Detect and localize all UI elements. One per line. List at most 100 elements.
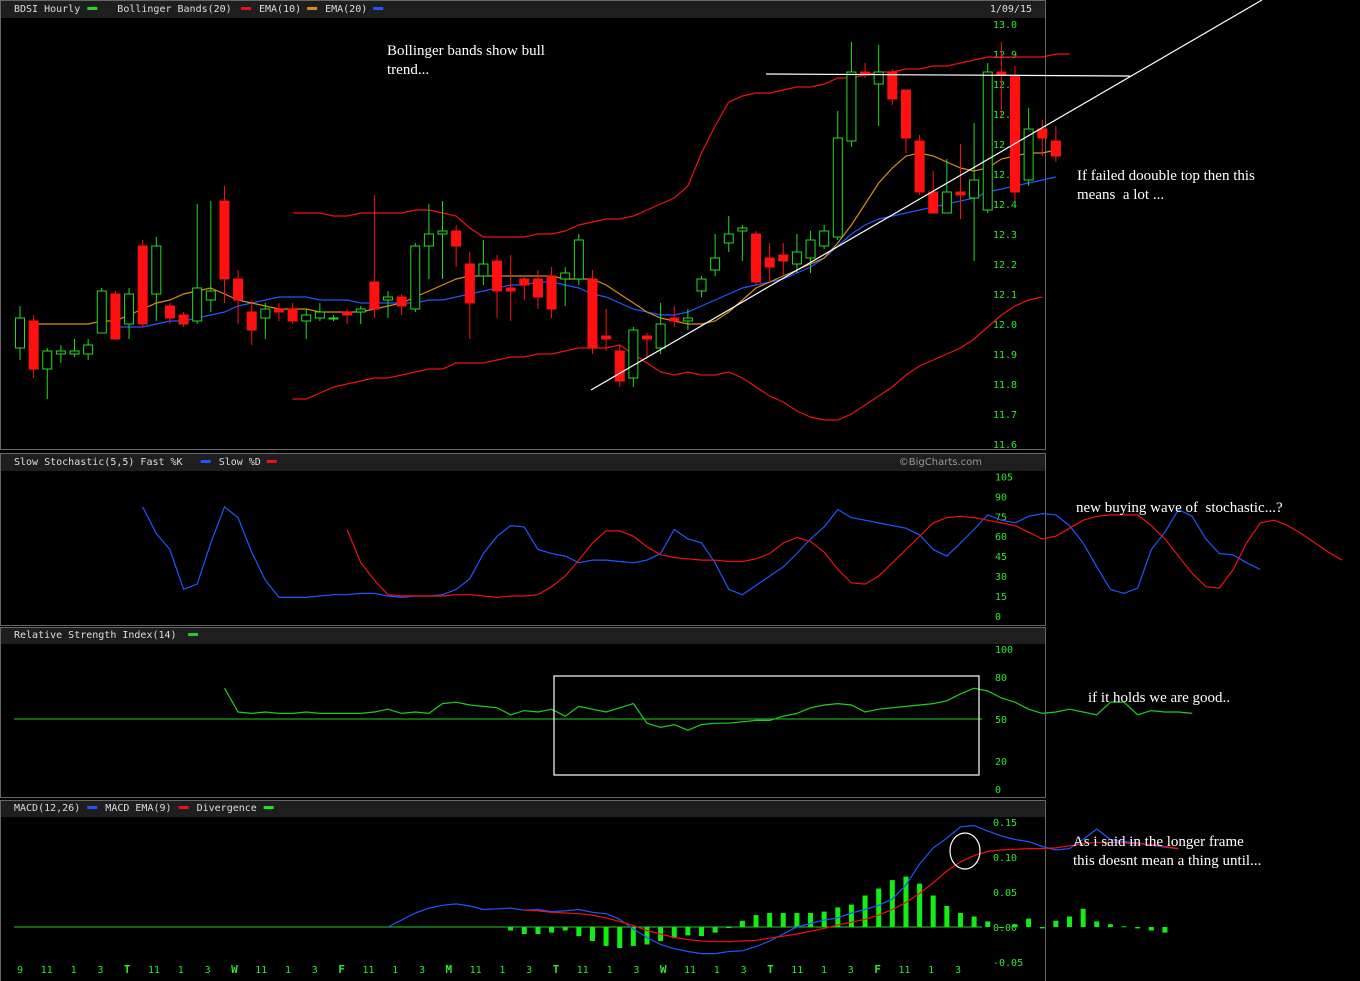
legend-macd-ema: MACD EMA(9) bbox=[105, 803, 171, 814]
x-tick-label: W bbox=[660, 963, 667, 976]
divergence-bar bbox=[1080, 908, 1086, 927]
rsi-tick-label: 50 bbox=[995, 715, 1007, 726]
price-tick-label: 12.4 bbox=[993, 200, 1017, 211]
stochastic-tick-label: 105 bbox=[995, 472, 1013, 483]
divergence-bar bbox=[876, 888, 882, 927]
legend-bollinger: Bollinger Bands(20) bbox=[117, 4, 231, 15]
note-double-top: If failed doouble top then this means a … bbox=[1077, 168, 1255, 203]
macd-tick-label: 0.10 bbox=[993, 853, 1017, 864]
candle-body bbox=[914, 140, 925, 193]
candle-body bbox=[492, 260, 503, 292]
divergence-bar bbox=[1039, 927, 1045, 929]
candle-body bbox=[805, 239, 816, 259]
x-tick-label: 3 bbox=[97, 965, 103, 976]
candle-body bbox=[437, 230, 448, 235]
candle-body bbox=[764, 257, 775, 268]
candle-body bbox=[900, 89, 911, 139]
x-tick-label: 3 bbox=[848, 965, 854, 976]
divergence-bar bbox=[1067, 916, 1073, 927]
legend-rsi: Relative Strength Index(14) bbox=[14, 630, 177, 641]
divergence-bar bbox=[1162, 927, 1168, 933]
legend-bollinger-swatch bbox=[241, 7, 251, 10]
x-tick-label: 11 bbox=[255, 965, 267, 976]
candle-body bbox=[96, 290, 107, 334]
divergence-bar bbox=[549, 927, 555, 933]
stochastic-tick-label: 0 bbox=[995, 612, 1001, 623]
x-tick-label: 3 bbox=[312, 965, 318, 976]
legend-ema10-swatch bbox=[307, 7, 318, 10]
x-tick-label: T bbox=[124, 963, 131, 976]
divergence-bar bbox=[617, 927, 623, 948]
legend-rsi-swatch bbox=[188, 633, 199, 636]
candle-body bbox=[696, 278, 707, 292]
candle-body bbox=[342, 311, 353, 316]
candle-body bbox=[560, 272, 571, 280]
candle-body bbox=[873, 71, 884, 85]
x-tick-label: 9 bbox=[17, 965, 23, 976]
candle-body bbox=[205, 290, 216, 301]
candle-body bbox=[846, 71, 857, 142]
divergence-bar bbox=[1121, 926, 1127, 928]
x-tick-label: T bbox=[767, 963, 774, 976]
divergence-bar bbox=[917, 883, 923, 927]
x-tick-label: 1 bbox=[821, 965, 827, 976]
divergence-bar bbox=[1026, 918, 1032, 927]
header-date: 1/09/15 bbox=[990, 4, 1032, 15]
candle-body bbox=[778, 254, 789, 262]
divergence-bar bbox=[712, 927, 718, 933]
x-tick-label: 3 bbox=[526, 965, 532, 976]
legend-ema20: EMA(20) bbox=[325, 4, 367, 15]
divergence-bar bbox=[848, 904, 854, 927]
candle-body bbox=[887, 71, 898, 100]
divergence-bar bbox=[808, 913, 814, 927]
stochastic-tick-label: 60 bbox=[995, 532, 1007, 543]
x-tick-label: 3 bbox=[955, 965, 961, 976]
candle-body bbox=[260, 308, 271, 319]
divergence-bar bbox=[1053, 920, 1059, 927]
rsi-tick-label: 20 bbox=[995, 757, 1007, 768]
candle-body bbox=[451, 230, 462, 247]
divergence-bar bbox=[685, 927, 691, 936]
divergence-bar bbox=[944, 906, 950, 927]
legend-macd-ema-swatch bbox=[178, 806, 189, 809]
price-tick-label: 12.1 bbox=[993, 290, 1017, 301]
x-tick-label: 1 bbox=[178, 965, 184, 976]
x-tick-label: F bbox=[338, 963, 345, 976]
price-tick-label: 11.8 bbox=[993, 380, 1017, 391]
candle-body bbox=[301, 314, 312, 322]
x-tick-label: M bbox=[445, 963, 452, 976]
candle-body bbox=[328, 317, 339, 320]
price-tick-label: 11.9 bbox=[993, 350, 1017, 361]
legend-ema20-swatch bbox=[373, 7, 384, 10]
candle-body bbox=[164, 305, 175, 319]
x-tick-label: 1 bbox=[71, 965, 77, 976]
panel-frames bbox=[0, 0, 1046, 981]
x-tick-label: 3 bbox=[205, 965, 211, 976]
candle-body bbox=[505, 287, 516, 292]
divergence-bar bbox=[862, 895, 868, 927]
price-tick-label: 11.6 bbox=[993, 440, 1017, 451]
legend-stochastic-swatch bbox=[200, 460, 211, 463]
candle-body bbox=[1037, 128, 1048, 139]
divergence-bar bbox=[576, 927, 582, 937]
candle-body bbox=[219, 200, 230, 280]
rsi-tick-label: 0 bbox=[995, 785, 1001, 796]
divergence-bar bbox=[739, 920, 745, 927]
x-tick-label: 11 bbox=[898, 965, 910, 976]
divergence-bar bbox=[1094, 921, 1100, 927]
candle-body bbox=[369, 281, 380, 310]
panel-frame bbox=[0, 453, 1046, 626]
candle-body bbox=[682, 317, 693, 322]
candle-body bbox=[573, 239, 584, 280]
divergence-bar bbox=[1012, 924, 1018, 927]
legend-symbol-swatch bbox=[87, 7, 98, 10]
divergence-bar bbox=[1135, 927, 1141, 929]
x-tick-label: 11 bbox=[577, 965, 589, 976]
x-tick-label: 1 bbox=[714, 965, 720, 976]
candle-body bbox=[519, 278, 530, 286]
x-tick-label: 1 bbox=[607, 965, 613, 976]
candle-body bbox=[587, 278, 598, 349]
candle-body bbox=[287, 308, 298, 322]
candle-body bbox=[137, 245, 148, 325]
candle-body bbox=[601, 335, 612, 340]
